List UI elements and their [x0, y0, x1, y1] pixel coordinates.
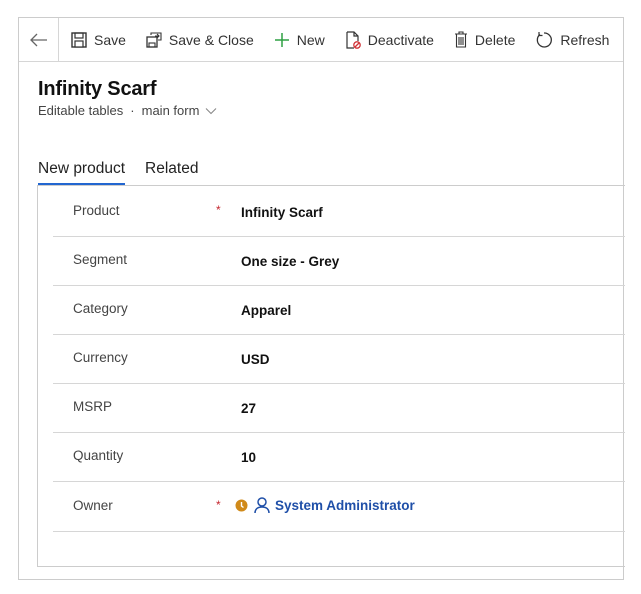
- field-row-product: Product * Infinity Scarf: [53, 187, 625, 237]
- refresh-label: Refresh: [560, 31, 610, 48]
- user-icon: [254, 497, 270, 514]
- tab-related[interactable]: Related: [145, 160, 198, 186]
- quantity-field[interactable]: 10: [241, 450, 256, 465]
- field-label: Category: [73, 301, 128, 316]
- deactivate-label: Deactivate: [367, 31, 434, 48]
- owner-field[interactable]: System Administrator: [235, 496, 415, 514]
- form-name: main form: [141, 103, 200, 118]
- form-window: Save Save & Close New Deactivate Delete …: [18, 17, 625, 580]
- save-button[interactable]: Save: [59, 18, 136, 61]
- presence-clock-icon: [235, 499, 248, 511]
- refresh-icon: [537, 31, 553, 48]
- record-header: Infinity Scarf Editable tables · main fo…: [38, 78, 217, 118]
- deactivate-icon: [346, 30, 361, 49]
- field-label: Segment: [73, 252, 128, 267]
- field-row-currency: Currency USD: [53, 334, 625, 384]
- tab-new-product[interactable]: New product: [38, 160, 126, 186]
- field-row-category: Category Apparel: [53, 285, 625, 335]
- field-row-quantity: Quantity 10: [53, 432, 625, 482]
- field-label: Owner: [73, 498, 113, 513]
- delete-button[interactable]: Delete: [444, 18, 525, 61]
- category-field[interactable]: Apparel: [241, 303, 291, 318]
- tab-list: New product Related: [38, 160, 218, 186]
- field-label: Quantity: [73, 448, 124, 463]
- delete-label: Delete: [474, 31, 516, 48]
- field-label: Product: [73, 203, 120, 218]
- save-close-icon: [146, 31, 162, 48]
- field-row-owner: Owner * System Administrator: [53, 481, 625, 532]
- refresh-button[interactable]: Refresh: [525, 18, 619, 61]
- product-field[interactable]: Infinity Scarf: [241, 205, 323, 220]
- save-label: Save: [94, 31, 126, 48]
- general-section: Product * Infinity Scarf Segment One siz…: [37, 185, 625, 567]
- save-close-button[interactable]: Save & Close: [136, 18, 264, 61]
- command-bar: Save Save & Close New Deactivate Delete …: [19, 18, 623, 62]
- currency-field[interactable]: USD: [241, 352, 270, 367]
- form-selector[interactable]: Editable tables · main form: [38, 103, 217, 118]
- field-label: MSRP: [73, 399, 113, 414]
- field-row-segment: Segment One size - Grey: [53, 236, 625, 286]
- segment-field[interactable]: One size - Grey: [241, 254, 339, 269]
- required-marker: *: [216, 203, 221, 217]
- new-label: New: [296, 31, 325, 48]
- save-icon: [71, 31, 87, 48]
- msrp-field[interactable]: 27: [241, 401, 256, 416]
- record-title: Infinity Scarf: [38, 78, 157, 100]
- separator: ·: [130, 103, 135, 118]
- save-close-label: Save & Close: [168, 31, 254, 48]
- back-button[interactable]: [19, 18, 59, 61]
- required-marker: *: [216, 498, 221, 512]
- trash-icon: [454, 31, 467, 48]
- back-arrow-icon: [29, 33, 47, 46]
- chevron-down-icon: [206, 107, 217, 114]
- field-row-msrp: MSRP 27: [53, 383, 625, 433]
- entity-name: Editable tables: [38, 103, 124, 118]
- deactivate-button[interactable]: Deactivate: [335, 18, 444, 61]
- new-button[interactable]: New: [264, 18, 335, 61]
- plus-icon: [274, 32, 289, 47]
- field-label: Currency: [73, 350, 128, 365]
- owner-link[interactable]: System Administrator: [275, 498, 415, 513]
